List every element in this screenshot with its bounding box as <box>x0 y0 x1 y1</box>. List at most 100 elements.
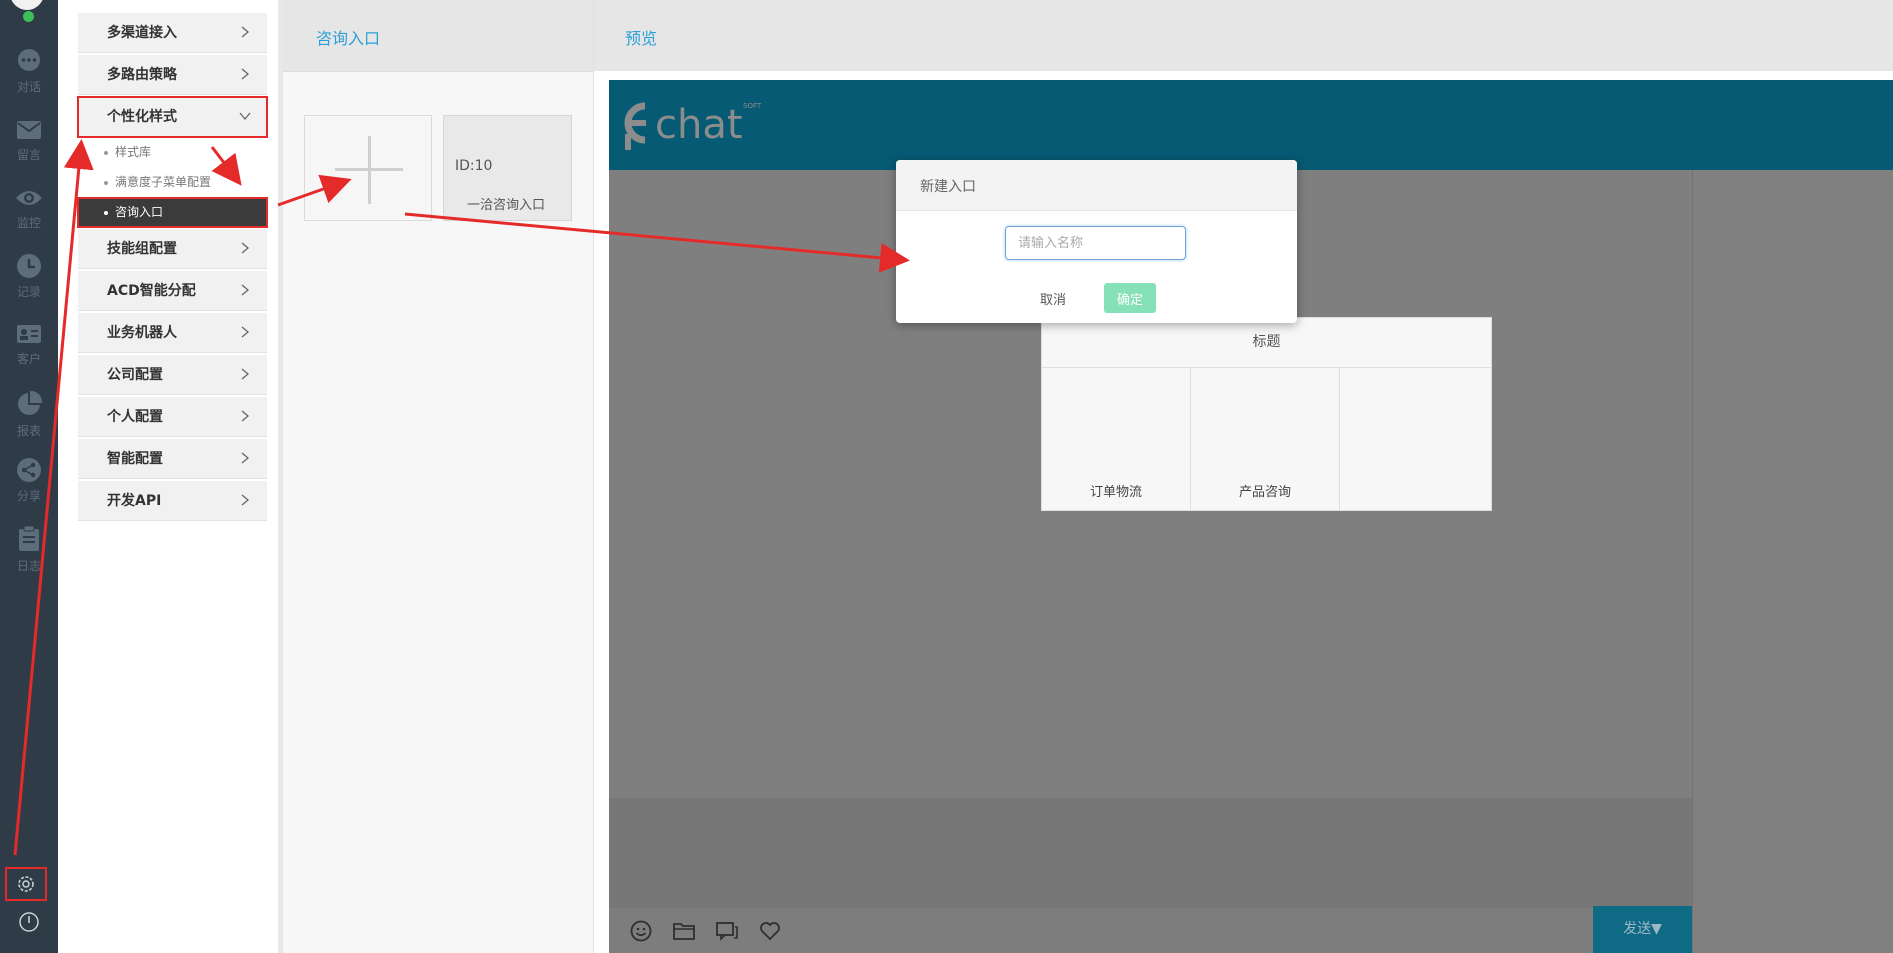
preview-panel-title: 预览 <box>625 29 658 48</box>
chevron-right-icon <box>241 26 250 38</box>
chevron-right-icon <box>241 326 250 338</box>
menu-item-company[interactable]: 公司配置 <box>78 355 267 395</box>
menu-item-label: 技能组配置 <box>107 241 177 257</box>
rail-item-label: 记录 <box>16 285 41 299</box>
new-entry-dialog: 新建入口 取消 确定 <box>896 160 1297 323</box>
menu-item-label: 个性化样式 <box>107 109 177 125</box>
rail-item-label: 客户 <box>16 352 41 366</box>
preview-panel: 预览 chat SOFT 标题 订单物流 产品咨询 发送▼ <box>594 0 1893 953</box>
menu-item-personal[interactable]: 个人配置 <box>78 397 267 437</box>
rail-item-label: 留言 <box>16 148 41 162</box>
chat-input-area[interactable] <box>609 798 1692 908</box>
menu-item-acd[interactable]: ACD智能分配 <box>78 271 267 311</box>
chevron-down-icon <box>239 112 251 121</box>
chevron-right-icon <box>241 284 250 296</box>
menu-item-label: 多路由策略 <box>107 67 177 83</box>
chevron-right-icon <box>241 452 250 464</box>
menu-card-cell-label: 订单物流 <box>1089 485 1142 500</box>
entry-name-input[interactable] <box>1005 226 1186 260</box>
menu-card-title: 标题 <box>1042 318 1491 368</box>
chat-topbar: chat SOFT <box>609 80 1893 170</box>
envelope-icon <box>17 121 41 139</box>
send-button[interactable]: 发送▼ <box>1593 906 1692 953</box>
menu-item-skill-group[interactable]: 技能组配置 <box>78 229 267 269</box>
menu-item-routing[interactable]: 多路由策略 <box>78 55 267 95</box>
chat-toolbar <box>609 908 1692 953</box>
menu-card-cell-label: 产品咨询 <box>1238 485 1291 500</box>
menu-item-label: 公司配置 <box>107 367 163 383</box>
clipboard-icon <box>19 525 39 551</box>
menu-item-personalization[interactable]: 个性化样式 <box>77 96 268 138</box>
dialog-header: 新建入口 <box>896 160 1297 211</box>
settings-button[interactable] <box>5 867 47 901</box>
menu-item-smart[interactable]: 智能配置 <box>78 439 267 479</box>
menu-item-multichannel[interactable]: 多渠道接入 <box>78 13 267 53</box>
online-status-dot <box>22 10 35 23</box>
rail-item-monitor[interactable]: 监控 <box>0 186 58 250</box>
menu-item-bot[interactable]: 业务机器人 <box>78 313 267 353</box>
logo-small-text: SOFT <box>743 102 762 110</box>
chat-side-panel <box>1692 170 1893 953</box>
plus-icon <box>368 136 371 204</box>
id-card-icon <box>17 325 41 343</box>
entry-card-name: 一洽咨询入口 <box>467 198 546 213</box>
menu-item-label: 开发API <box>107 493 162 509</box>
clock-icon <box>17 254 41 278</box>
confirm-button[interactable]: 确定 <box>1104 283 1156 313</box>
eye-icon <box>16 191 42 205</box>
menu-card-cell[interactable]: 订单物流 <box>1042 368 1191 510</box>
chat-bubble-icon <box>18 49 40 71</box>
sub-item-satisfaction-menu[interactable]: 满意度子菜单配置 <box>78 168 267 197</box>
entry-card-id: ID:10 <box>455 158 493 174</box>
menu-item-label: 多渠道接入 <box>107 25 177 41</box>
menu-card-cell[interactable]: 产品咨询 <box>1191 368 1340 510</box>
menu-item-label: 智能配置 <box>107 451 163 467</box>
menu-card-preview: 标题 订单物流 产品咨询 <box>1041 317 1492 511</box>
share-icon <box>17 458 41 482</box>
rail-item-message[interactable]: 留言 <box>0 118 58 182</box>
power-icon <box>19 912 39 932</box>
chevron-right-icon <box>241 68 250 80</box>
gear-icon <box>18 876 34 892</box>
rail-item-chat[interactable]: 对话 <box>0 48 58 112</box>
rail-item-reports[interactable]: 报表 <box>0 390 58 454</box>
rail-item-logs[interactable]: 日志 <box>0 525 58 589</box>
heart-icon[interactable] <box>758 919 782 943</box>
sub-item-style-library[interactable]: 样式库 <box>78 138 267 167</box>
smiley-icon[interactable] <box>629 919 653 943</box>
rail-item-share[interactable]: 分享 <box>0 457 58 521</box>
settings-menu: 多渠道接入 多路由策略 个性化样式 样式库 满意度子菜单配置 咨询入口 技能组配… <box>68 0 278 953</box>
menu-item-label: 业务机器人 <box>107 325 177 341</box>
rail-item-label: 监控 <box>16 216 41 230</box>
sub-item-label: 咨询入口 <box>115 205 164 219</box>
sub-item-consult-entry[interactable]: 咨询入口 <box>77 197 268 228</box>
echat-logo: chat SOFT <box>624 102 762 150</box>
chevron-right-icon <box>241 242 250 254</box>
chat-window-icon[interactable] <box>715 919 739 943</box>
menu-item-label: 个人配置 <box>107 409 163 425</box>
add-entry-button[interactable] <box>304 115 432 221</box>
chevron-right-icon <box>241 494 250 506</box>
cancel-button[interactable]: 取消 <box>1027 283 1079 313</box>
entry-list-panel: 咨询入口 ID:10 一洽咨询入口 <box>283 0 594 953</box>
sub-item-label: 样式库 <box>115 145 152 159</box>
logo-text: chat <box>655 102 743 148</box>
rail-item-label: 分享 <box>16 489 41 503</box>
rail-item-records[interactable]: 记录 <box>0 253 58 317</box>
rail-item-label: 日志 <box>16 559 41 573</box>
rail-item-customers[interactable]: 客户 <box>0 322 58 386</box>
rail-item-label: 对话 <box>16 80 41 94</box>
preview-panel-header: 预览 <box>594 0 1893 71</box>
entry-card[interactable]: ID:10 一洽咨询入口 <box>443 115 572 221</box>
chevron-right-icon <box>241 410 250 422</box>
left-icon-rail: 对话 留言 监控 记录 客户 报表 分享 日志 <box>0 0 58 953</box>
entry-panel-header: 咨询入口 <box>283 0 593 72</box>
menu-item-api[interactable]: 开发API <box>78 481 267 521</box>
sub-item-label: 满意度子菜单配置 <box>115 175 212 189</box>
avatar[interactable] <box>10 0 44 10</box>
menu-card-cell[interactable] <box>1340 368 1489 510</box>
menu-item-label: ACD智能分配 <box>107 283 196 299</box>
folder-icon[interactable] <box>672 919 696 943</box>
rail-item-label: 报表 <box>16 424 41 438</box>
logout-button[interactable] <box>0 904 58 938</box>
